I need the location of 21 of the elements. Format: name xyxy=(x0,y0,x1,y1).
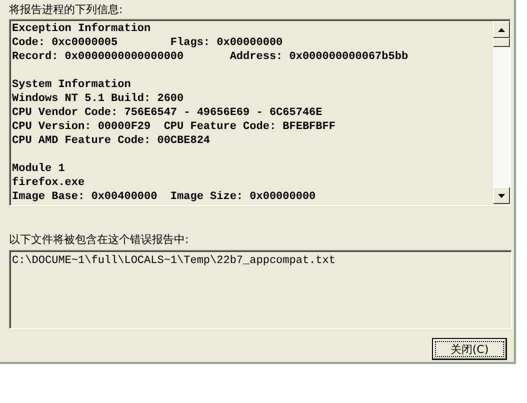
scrollbar[interactable] xyxy=(493,21,510,204)
report-line: firefox.exe xyxy=(12,176,86,190)
report-line: System Information xyxy=(12,78,132,92)
close-button[interactable]: 关闭(C) xyxy=(432,338,507,360)
up-arrow-icon xyxy=(498,28,505,32)
report-line: Module 1 xyxy=(12,162,66,176)
down-arrow-icon xyxy=(498,194,505,198)
report-label: 将报告进程的下列信息: xyxy=(9,2,124,18)
scroll-down-button[interactable] xyxy=(493,187,510,204)
report-line: Windows NT 5.1 Build: 2600 xyxy=(12,92,185,106)
report-line: CPU Version: 00000F29 CPU Feature Code: BFEBFBFF xyxy=(12,120,336,134)
files-label: 以下文件将被包含在这个错误报告中: xyxy=(9,232,190,248)
report-line: Image Base: 0x00400000 Image Size: 0x00000000 xyxy=(12,190,317,204)
report-line: Code: 0xc0000005 Flags: 0x00000000 xyxy=(12,36,284,50)
scroll-thumb[interactable] xyxy=(493,38,510,47)
report-line: CPU Vendor Code: 756E6547 - 49656E69 - 6C65746E xyxy=(12,106,324,120)
report-line: Record: 0x0000000000000000 Address: 0x000000000067b5bb xyxy=(12,50,410,64)
report-line: Exception Information xyxy=(12,22,152,36)
file-path: C:\DOCUME~1\full\LOCALS~1\Temp\22b7_appcompat.txt xyxy=(12,254,336,268)
scroll-up-button[interactable] xyxy=(493,21,510,38)
report-line: CPU AMD Feature Code: 00CBE824 xyxy=(12,134,212,148)
